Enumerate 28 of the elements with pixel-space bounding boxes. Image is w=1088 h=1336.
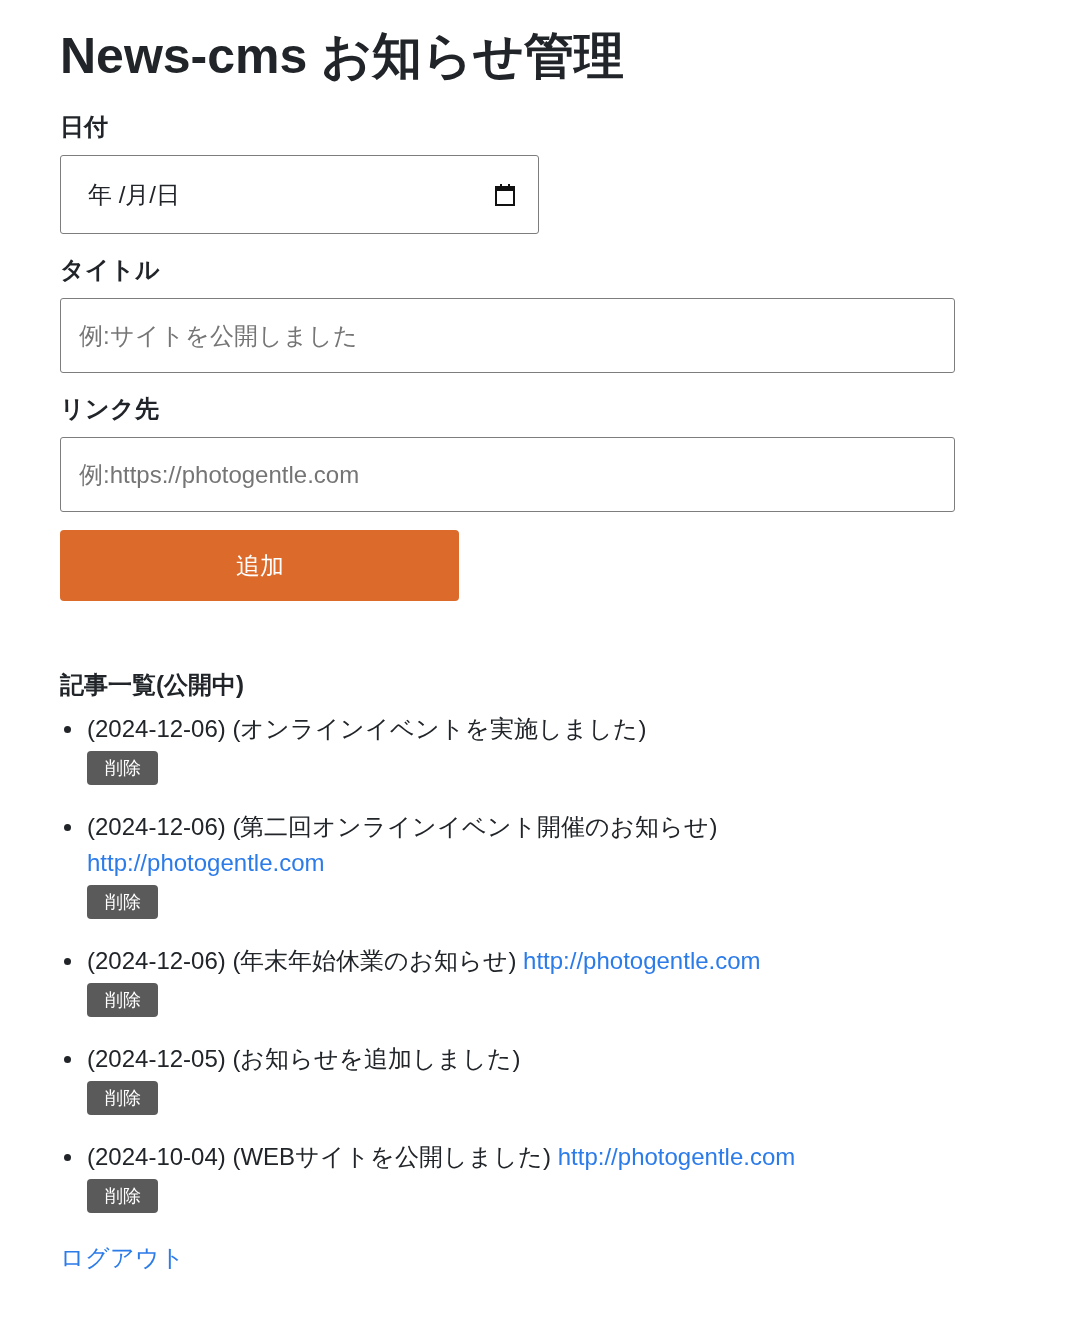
article-text: (2024-10-04) (WEBサイトを公開しました) [87,1143,552,1170]
field-label: 日付 [60,112,108,142]
bullet-icon [64,1154,71,1161]
article-text: (2024-12-05) (お知らせを追加しました) [87,1045,521,1072]
article-link[interactable]: http://photogentle.com [523,947,761,974]
delete-button[interactable]: 削除 [87,1081,158,1115]
article-text: (2024-12-06) (オンラインイベントを実施しました) [87,715,647,742]
title-input[interactable]: 例:サイトを公開しました [60,298,955,373]
page-title: News-cms お知らせ管理 [60,27,625,86]
bullet-icon [64,726,71,733]
delete-button[interactable]: 削除 [87,983,158,1017]
field-label: タイトル [60,255,160,285]
section-heading: 記事一覧(公開中) [60,670,244,700]
bullet-icon [64,824,71,831]
date-field[interactable]: 年 /月/日 [60,155,539,234]
delete-button[interactable]: 削除 [87,751,158,785]
calendar-icon[interactable] [495,183,515,206]
delete-button[interactable]: 削除 [87,885,158,919]
article-link[interactable]: http://photogentle.com [87,849,325,876]
bullet-icon [64,1056,71,1063]
bullet-icon [64,958,71,965]
article-link[interactable]: http://photogentle.com [557,1143,796,1170]
field-label: リンク先 [60,394,159,424]
link-input[interactable]: 例:https://photogentle.com [60,437,955,512]
article-text: (2024-12-06) (第二回オンラインイベント開催のお知らせ) [87,813,718,840]
delete-button[interactable]: 削除 [87,1179,158,1213]
logout-link[interactable]: ログアウト [60,1240,185,1276]
article-text: (2024-12-06) (年末年始休業のお知らせ) [87,947,517,974]
